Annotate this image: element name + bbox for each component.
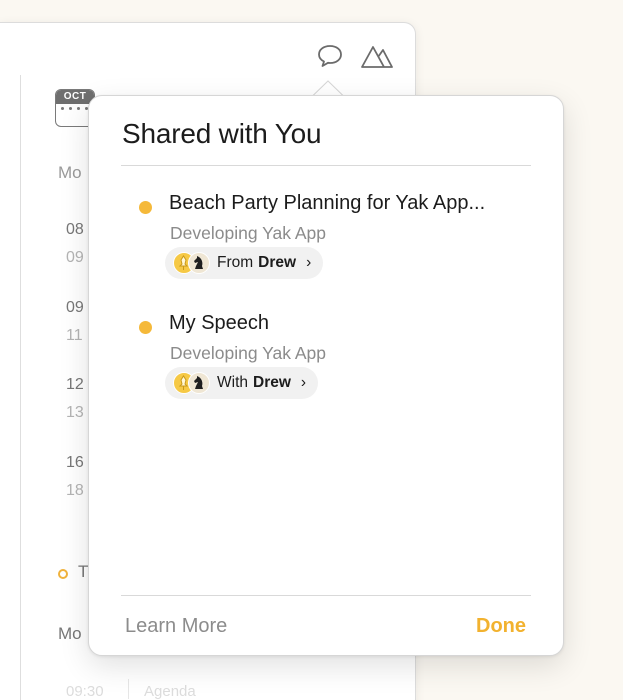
from-drew-chip[interactable]: From Drew ›	[165, 247, 324, 279]
mountain-icon[interactable]	[360, 43, 394, 74]
shared-with-you-popover: Shared with You Beach Party Planning for…	[88, 95, 564, 656]
time-slot: 09	[66, 299, 84, 316]
title-separator	[121, 165, 531, 166]
time-slot: 12	[66, 376, 84, 393]
task-dot-icon	[58, 569, 68, 579]
footer-separator	[121, 595, 531, 596]
day-label-top: Mo	[58, 163, 82, 182]
shared-item-title[interactable]: My Speech	[169, 312, 269, 335]
time-slot: 13	[66, 404, 84, 421]
chip-name: Drew	[258, 254, 297, 271]
unread-dot-icon	[139, 321, 152, 334]
chess-knight-avatar-icon	[188, 252, 210, 274]
chevron-right-icon: ›	[306, 254, 312, 271]
time-slot: 08	[66, 221, 84, 238]
chevron-right-icon: ›	[300, 374, 307, 391]
popover-title: Shared with You	[122, 118, 322, 149]
shared-item-subtitle: Developing Yak App	[170, 343, 326, 363]
unread-dot-icon	[139, 201, 152, 214]
faded-title: Agenda	[144, 683, 196, 700]
faded-divider	[128, 679, 129, 699]
task-label: T	[78, 562, 89, 581]
shared-item-title[interactable]: Beach Party Planning for Yak App...	[169, 192, 485, 215]
chip-name: Drew	[253, 374, 291, 391]
with-drew-chip[interactable]: With Drew ›	[165, 367, 319, 399]
time-slot: 16	[66, 454, 84, 471]
learn-more-button[interactable]: Learn More	[125, 615, 227, 638]
chip-prefix: From	[217, 254, 254, 271]
chess-knight-avatar-icon	[188, 372, 210, 394]
sidebar-divider	[20, 75, 21, 700]
time-slot: 11	[66, 327, 83, 344]
done-button[interactable]: Done	[476, 615, 526, 638]
chat-bubble-icon[interactable]	[316, 43, 344, 74]
chip-prefix: With	[217, 374, 248, 391]
time-slot: 09	[66, 249, 84, 266]
day-label-bottom: Mo	[58, 624, 82, 643]
faded-time: 09:30	[66, 683, 104, 700]
calendar-month: OCT	[56, 90, 94, 104]
shared-item-subtitle: Developing Yak App	[170, 223, 326, 243]
time-slot: 18	[66, 482, 84, 499]
